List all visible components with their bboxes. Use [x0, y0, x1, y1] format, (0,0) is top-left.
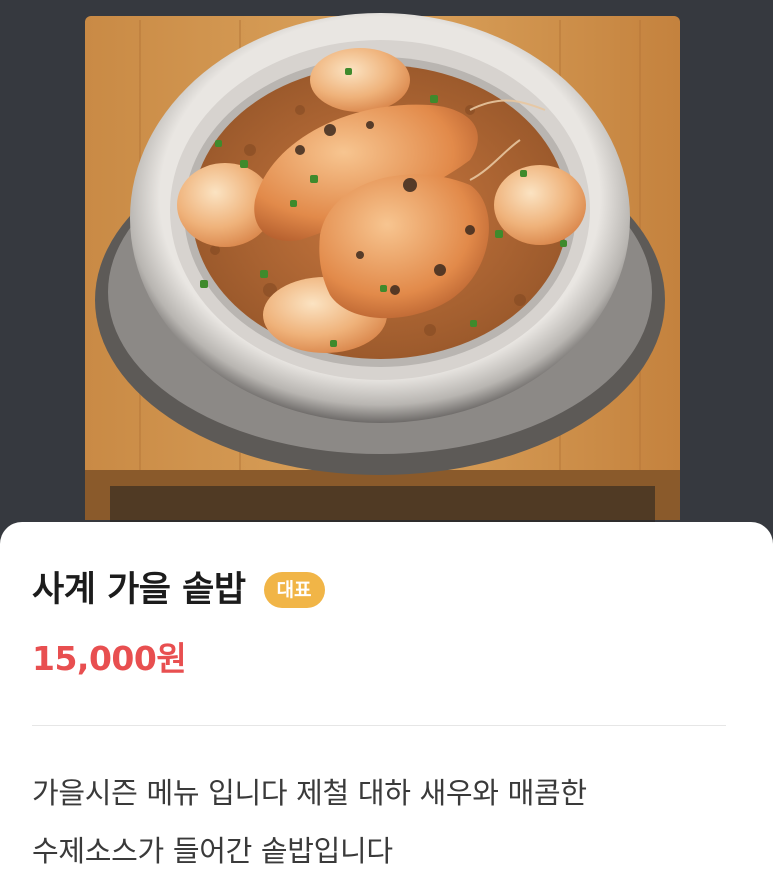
signature-badge: 대표: [263, 572, 325, 608]
title-row: 사계 가을 솥밥 대표: [32, 572, 325, 608]
menu-item-price: 15,000원: [32, 639, 187, 678]
menu-item-photo: [0, 0, 773, 560]
menu-detail-sheet: 사계 가을 솥밥 대표 15,000원 가을시즌 메뉴 입니다 제철 대하 새우…: [0, 522, 773, 893]
menu-item-description: 가을시즌 메뉴 입니다 제철 대하 새우와 매콤한 수제소스가 들어간 솥밥입니…: [32, 764, 732, 880]
menu-item-name: 사계 가을 솥밥: [32, 569, 246, 610]
description-line: 수제소스가 들어간 솥밥입니다: [32, 834, 393, 868]
menu-detail-page: 사계 가을 솥밥 대표 15,000원 가을시즌 메뉴 입니다 제철 대하 새우…: [0, 0, 773, 893]
divider: [32, 725, 726, 726]
description-line: 가을시즌 메뉴 입니다 제철 대하 새우와 매콤한: [32, 776, 587, 810]
